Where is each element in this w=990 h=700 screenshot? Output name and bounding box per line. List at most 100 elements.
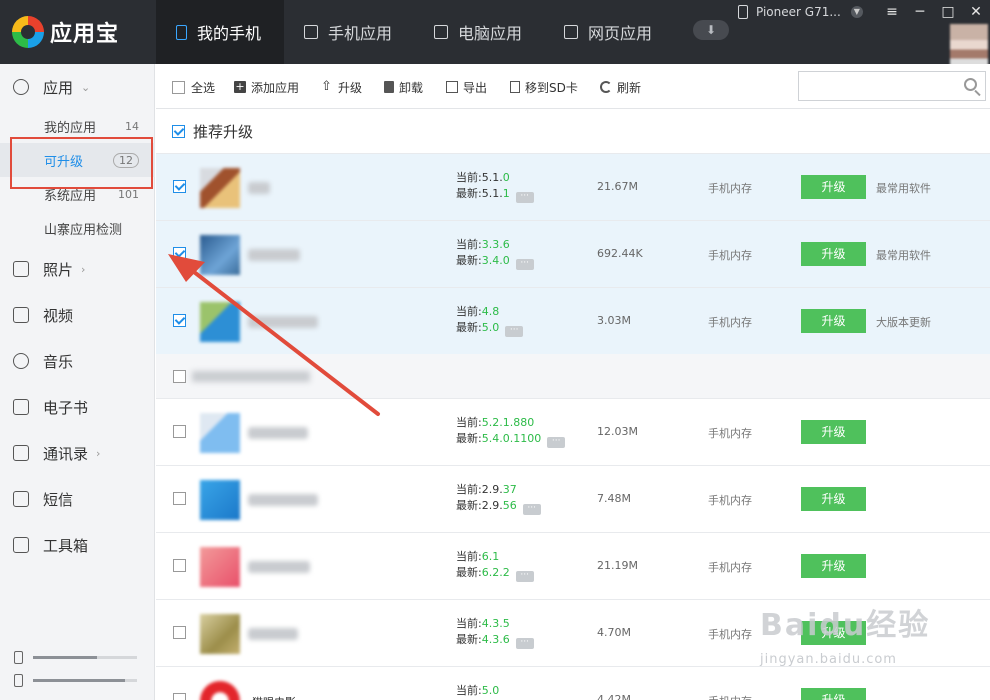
current-version-hi: 37	[502, 483, 517, 496]
tab-my-phone[interactable]: 我的手机	[156, 0, 284, 64]
table-row[interactable]: 当前:6.1 最新:6.2.2 ··· 21.19M 手机内存 升级	[156, 533, 990, 600]
sidebar-item-photos[interactable]: 照片 ›	[0, 246, 155, 292]
version-info: 当前:5.0 最新:···	[456, 683, 506, 700]
row-checkbox[interactable]	[173, 626, 186, 639]
version-label: 最新:	[456, 254, 482, 267]
row-checkbox[interactable]	[173, 693, 186, 700]
upgrade-app-button[interactable]: 升级	[801, 487, 866, 511]
chevron-down-icon: ⌄	[81, 80, 91, 94]
blurred-app-name	[248, 182, 270, 194]
upgrade-app-button[interactable]: 升级	[801, 420, 866, 444]
search-box[interactable]	[798, 71, 986, 101]
tab-label: 我的手机	[197, 24, 262, 43]
search-input[interactable]	[805, 73, 955, 99]
add-app-button[interactable]: + 添加应用	[234, 77, 299, 97]
section-checkbox[interactable]	[172, 125, 185, 138]
video-icon	[13, 307, 29, 323]
sidebar-item-sms[interactable]: 短信	[0, 476, 155, 522]
tab-web-apps[interactable]: 网页应用	[544, 0, 674, 64]
maximize-button[interactable]: □	[938, 3, 958, 21]
upgrade-note: 大版本更新	[876, 316, 931, 329]
latest-version-hi: 6.2.2	[481, 566, 510, 579]
app-size: 21.19M	[597, 559, 638, 572]
more-icon[interactable]: ···	[505, 326, 524, 337]
select-all-checkbox[interactable]: 全选	[172, 77, 215, 97]
sidebar-item-contacts[interactable]: 通讯录 ›	[0, 430, 155, 476]
row-checkbox[interactable]	[173, 180, 186, 193]
device-selector[interactable]: Pioneer G71... ▼	[738, 3, 863, 21]
table-row[interactable]: 当前:5.2.1.880 最新:5.4.0.1100 ··· 12.03M 手机内…	[156, 399, 990, 466]
minimize-button[interactable]: ─	[910, 3, 930, 21]
app-icon	[200, 614, 240, 654]
version-label: 最新:	[456, 633, 482, 646]
more-icon[interactable]: ···	[547, 437, 566, 448]
app-logo[interactable]: 应用宝	[12, 12, 119, 52]
version-info: 当前:5.2.1.880 最新:5.4.0.1100 ···	[456, 415, 566, 448]
storage-fill	[33, 655, 98, 659]
app-icon	[200, 547, 240, 587]
watermark-url: jingyan.baidu.com	[760, 652, 897, 667]
blurred-app-name	[248, 561, 310, 573]
refresh-button[interactable]: 刷新	[600, 77, 641, 97]
device-name: Pioneer G71...	[756, 5, 841, 19]
blurred-app-name	[248, 494, 318, 506]
uninstall-button[interactable]: 卸载	[384, 77, 423, 97]
menu-button[interactable]: ≡	[882, 3, 902, 21]
more-icon[interactable]: ···	[515, 192, 534, 203]
table-row[interactable]: 当前:2.9.37 最新:2.9.56 ··· 7.48M 手机内存 升级	[156, 466, 990, 533]
button-label: 升级	[338, 80, 363, 95]
sidebar-sub-fake-app-detect[interactable]: 山寨应用检测	[0, 211, 155, 245]
export-button[interactable]: 导出	[446, 77, 487, 97]
sidebar-item-toolbox[interactable]: 工具箱	[0, 522, 155, 568]
latest-version-hi: 3.4.0	[481, 254, 510, 267]
tab-pc-apps[interactable]: 电脑应用	[414, 0, 544, 64]
group-checkbox[interactable]	[173, 370, 186, 383]
more-icon[interactable]: ···	[522, 504, 541, 515]
download-arrow-icon: ⬇	[705, 23, 717, 37]
version-label: 当前:	[456, 617, 482, 630]
more-icon[interactable]: ···	[515, 259, 534, 270]
upgrade-button[interactable]: ⇧ 升级	[321, 77, 362, 97]
upgrade-app-button[interactable]: 升级	[801, 175, 866, 199]
latest-version-base: 2.9.	[481, 499, 503, 512]
row-checkbox[interactable]	[173, 559, 186, 572]
row-checkbox[interactable]	[173, 314, 186, 327]
more-icon[interactable]: ···	[515, 571, 534, 582]
phone-storage-icon	[14, 650, 23, 664]
table-row[interactable]: 当前:3.3.6 最新:3.4.0 ··· 692.44K 手机内存 升级 最常用…	[156, 221, 990, 288]
more-icon[interactable]: ···	[515, 638, 534, 649]
download-manager-button[interactable]: ⬇	[693, 20, 729, 40]
install-location: 手机内存	[708, 316, 752, 329]
table-row[interactable]: 猫眼电影 当前:5.0 最新:··· 4.42M 手机内存 升级	[156, 667, 990, 700]
webpage-icon	[564, 25, 579, 39]
table-row[interactable]: 当前:5.1.0 最新:5.1.1 ··· 21.67M 手机内存 升级 最常用软…	[156, 154, 990, 221]
music-note-icon	[13, 353, 29, 369]
upgrade-app-button[interactable]: 升级	[801, 554, 866, 578]
sidebar-item-music[interactable]: 音乐	[0, 338, 155, 384]
tab-phone-apps[interactable]: 手机应用	[284, 0, 414, 64]
upgrade-app-button[interactable]: 升级	[801, 688, 866, 700]
install-location: 手机内存	[708, 427, 752, 440]
sidebar-item-ebook[interactable]: 电子书	[0, 384, 155, 430]
move-to-sd-button[interactable]: 移到SD卡	[510, 77, 578, 97]
upgrade-app-button[interactable]: 升级	[801, 309, 866, 333]
app-icon	[200, 681, 240, 700]
sidebar-item-label: 工具箱	[43, 536, 89, 555]
app-size: 7.48M	[597, 492, 631, 505]
storage-bar	[33, 655, 137, 659]
upgrade-app-button[interactable]: 升级	[801, 242, 866, 266]
search-icon[interactable]	[964, 78, 977, 91]
sidebar-item-apps[interactable]: 应用 ⌄	[0, 64, 155, 110]
app-size: 3.03M	[597, 314, 631, 327]
latest-version-base: 5.1.	[481, 187, 503, 200]
close-button[interactable]: ✕	[966, 3, 986, 21]
latest-version-hi: 4.3.6	[481, 633, 510, 646]
row-checkbox[interactable]	[173, 247, 186, 260]
sidebar-item-video[interactable]: 视频	[0, 292, 155, 338]
row-checkbox[interactable]	[173, 492, 186, 505]
version-info: 当前:4.3.5 最新:4.3.6 ···	[456, 616, 534, 649]
photo-icon	[13, 261, 29, 277]
tab-label: 网页应用	[588, 24, 653, 43]
row-checkbox[interactable]	[173, 425, 186, 438]
table-row[interactable]: 当前:4.8 最新:5.0 ··· 3.03M 手机内存 升级 大版本更新	[156, 288, 990, 355]
